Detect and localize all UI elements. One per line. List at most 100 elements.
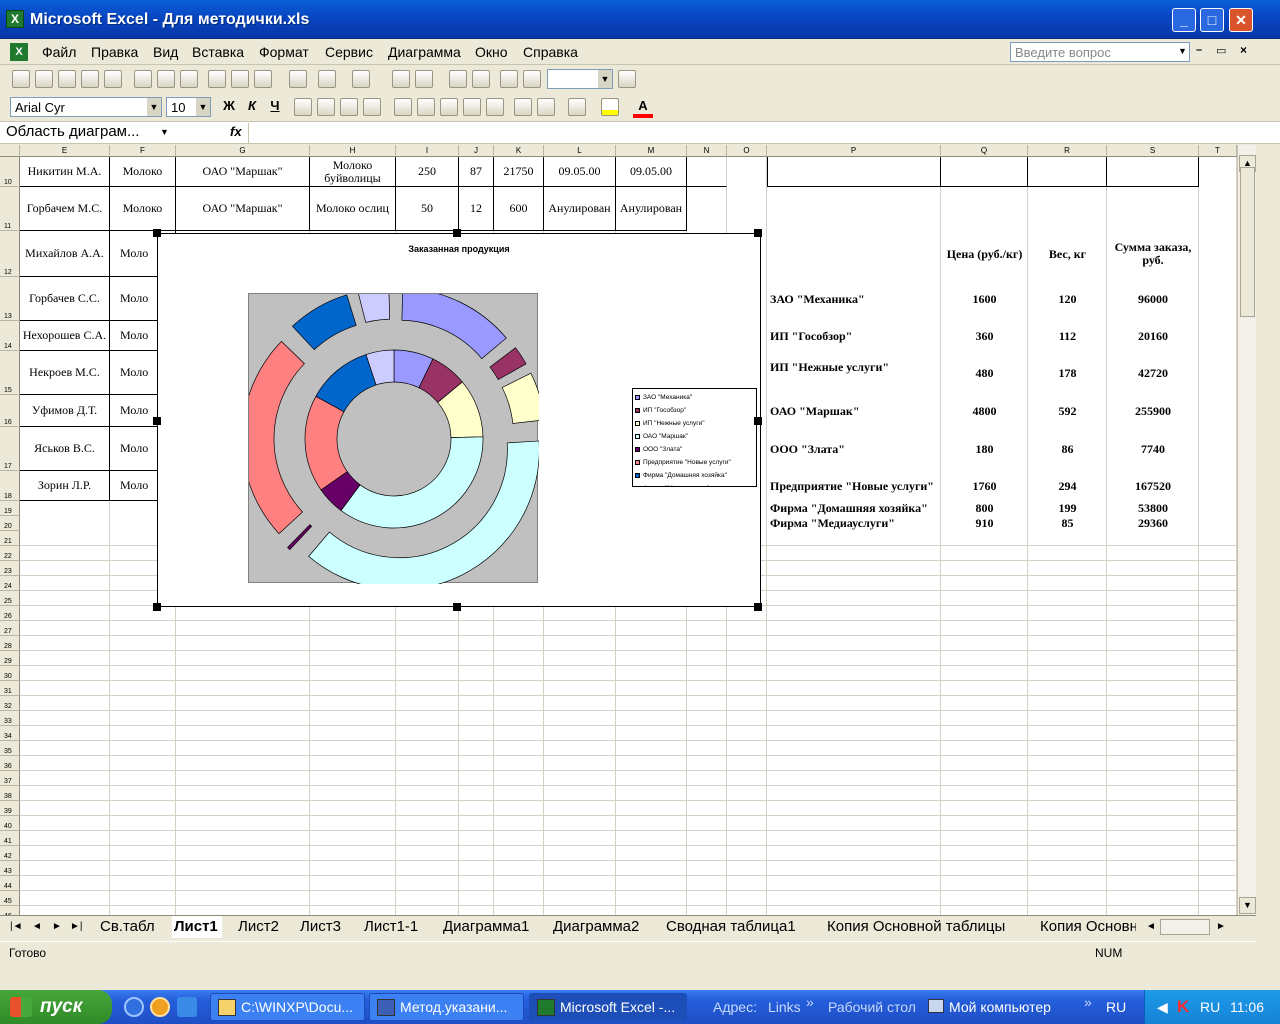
tab-list3[interactable]: Лист3 xyxy=(300,916,341,938)
menu-format[interactable]: Формат xyxy=(259,44,309,60)
column-header[interactable]: O xyxy=(727,145,767,157)
summary-total[interactable]: 29360 xyxy=(1107,516,1199,531)
menu-window[interactable]: Окно xyxy=(475,44,508,60)
table-cell[interactable]: Горбачев С.С. xyxy=(20,277,110,321)
donut-segment[interactable] xyxy=(401,287,507,360)
row-header[interactable]: 19 xyxy=(0,501,20,516)
header-price[interactable]: Цена (руб./кг) xyxy=(941,231,1028,277)
start-button[interactable]: пуск xyxy=(0,990,112,1024)
font-size-select[interactable]: 10 ▼ xyxy=(166,97,211,117)
row-header[interactable]: 31 xyxy=(0,681,20,696)
align-left-icon[interactable] xyxy=(294,98,312,116)
save-icon[interactable] xyxy=(58,70,76,88)
help-dropdown-icon[interactable]: ▼ xyxy=(1178,46,1187,56)
summary-name[interactable]: ЗАО "Механика" xyxy=(767,277,941,321)
row-header[interactable]: 30 xyxy=(0,666,20,681)
summary-price[interactable]: 4800 xyxy=(941,395,1028,427)
drawing-icon[interactable] xyxy=(523,70,541,88)
summary-name[interactable]: Фирма "Медиауслуги" xyxy=(767,516,941,531)
donut-segment[interactable] xyxy=(291,294,357,351)
row-header[interactable]: 42 xyxy=(0,846,20,861)
table-cell[interactable] xyxy=(1028,157,1107,187)
table-cell[interactable] xyxy=(687,157,727,187)
font-size-dropdown-icon[interactable]: ▼ xyxy=(196,98,210,116)
toolbar-chevron-icon[interactable]: » xyxy=(1084,994,1092,1010)
table-cell[interactable]: 600 xyxy=(494,187,544,231)
chart-area[interactable]: Заказанная продукция ЗАО "Механика" ИП "Г… xyxy=(157,233,761,607)
chart-legend[interactable]: ЗАО "Механика" ИП "Гособзор" ИП "Нежные ус… xyxy=(632,388,757,487)
close-button[interactable]: ✕ xyxy=(1229,8,1253,32)
merge-center-icon[interactable] xyxy=(363,98,381,116)
table-cell[interactable]: Молоко xyxy=(110,157,176,187)
summary-name[interactable]: ИП "Нежные услуги" xyxy=(767,351,941,395)
autosum-icon[interactable] xyxy=(415,70,433,88)
help-icon[interactable] xyxy=(618,70,636,88)
row-header[interactable]: 15 xyxy=(0,351,20,395)
vertical-scrollbar[interactable]: ▲ ▼ xyxy=(1237,145,1256,915)
sort-asc-icon[interactable] xyxy=(449,70,467,88)
open-icon[interactable] xyxy=(35,70,53,88)
header-total[interactable]: Сумма заказа, руб. xyxy=(1107,231,1199,277)
summary-price[interactable]: 1760 xyxy=(941,471,1028,501)
align-right-icon[interactable] xyxy=(340,98,358,116)
row-header[interactable]: 24 xyxy=(0,576,20,591)
select-all-corner[interactable] xyxy=(0,145,20,157)
summary-name[interactable]: ИП "Гособзор" xyxy=(767,321,941,351)
row-header[interactable]: 18 xyxy=(0,471,20,501)
row-header[interactable]: 44 xyxy=(0,876,20,891)
table-cell[interactable]: Никитин М.А. xyxy=(20,157,110,187)
chart-title[interactable]: Заказанная продукция xyxy=(158,244,760,254)
thousands-icon[interactable] xyxy=(440,98,458,116)
table-cell[interactable]: Молоко ослиц xyxy=(310,187,396,231)
summary-total[interactable]: 53800 xyxy=(1107,501,1199,516)
row-header[interactable]: 43 xyxy=(0,861,20,876)
prev-sheet-icon[interactable]: ◄ xyxy=(32,921,42,932)
task-excel[interactable]: Microsoft Excel -... xyxy=(529,993,687,1021)
donut-segment[interactable] xyxy=(357,286,391,323)
print-preview-icon[interactable] xyxy=(157,70,175,88)
row-header[interactable]: 36 xyxy=(0,756,20,771)
summary-price[interactable]: 480 xyxy=(941,351,1028,395)
tab-copy-main[interactable]: Копия Основной таблицы xyxy=(827,916,1005,938)
row-header[interactable]: 22 xyxy=(0,546,20,561)
table-cell[interactable]: 09.05.00 xyxy=(616,157,687,187)
formula-input[interactable] xyxy=(248,123,1278,143)
first-sheet-icon[interactable]: |◄ xyxy=(10,921,23,932)
donut-segment[interactable] xyxy=(287,524,313,551)
table-cell[interactable]: Михайлов А.А. xyxy=(20,231,110,277)
summary-weight[interactable]: 120 xyxy=(1028,277,1107,321)
zoom-select[interactable]: ▼ xyxy=(547,69,613,89)
legend-entry[interactable]: ОАО "Маршак" xyxy=(635,430,754,443)
opera-icon[interactable] xyxy=(150,997,170,1017)
summary-weight[interactable]: 199 xyxy=(1028,501,1107,516)
tray-language[interactable]: RU xyxy=(1200,999,1220,1015)
column-header[interactable]: E xyxy=(20,145,110,157)
summary-price[interactable]: 1600 xyxy=(941,277,1028,321)
row-header[interactable]: 45 xyxy=(0,891,20,906)
summary-name[interactable]: ОАО "Маршак" xyxy=(767,395,941,427)
row-header[interactable]: 11 xyxy=(0,187,20,231)
table-cell[interactable]: 50 xyxy=(396,187,459,231)
tab-diagram2[interactable]: Диаграмма2 xyxy=(553,916,639,938)
italic-button[interactable]: К xyxy=(242,96,262,116)
column-header[interactable]: Q xyxy=(941,145,1028,157)
summary-total[interactable]: 7740 xyxy=(1107,427,1199,471)
tabs-scroll-left-icon[interactable]: ◄ xyxy=(1146,921,1156,932)
address-label[interactable]: Адрес: xyxy=(713,999,757,1015)
links-chevron-icon[interactable]: » xyxy=(806,994,814,1010)
antivirus-icon[interactable]: K xyxy=(1177,997,1189,1017)
links-label[interactable]: Links xyxy=(768,999,801,1015)
table-cell[interactable]: Яськов В.С. xyxy=(20,427,110,471)
resize-handle[interactable] xyxy=(754,417,762,425)
table-cell[interactable]: 12 xyxy=(459,187,494,231)
tab-copy-main-2[interactable]: Копия Основн xyxy=(1040,916,1136,938)
donut-segment[interactable] xyxy=(340,436,484,529)
menu-edit[interactable]: Правка xyxy=(91,44,138,60)
summary-weight[interactable]: 178 xyxy=(1028,351,1107,395)
menu-view[interactable]: Вид xyxy=(153,44,178,60)
column-header[interactable]: F xyxy=(110,145,176,157)
volume-icon[interactable]: ◀ xyxy=(1157,999,1168,1016)
summary-price[interactable]: 360 xyxy=(941,321,1028,351)
table-cell[interactable]: Зорин Л.Р. xyxy=(20,471,110,501)
row-header[interactable]: 33 xyxy=(0,711,20,726)
